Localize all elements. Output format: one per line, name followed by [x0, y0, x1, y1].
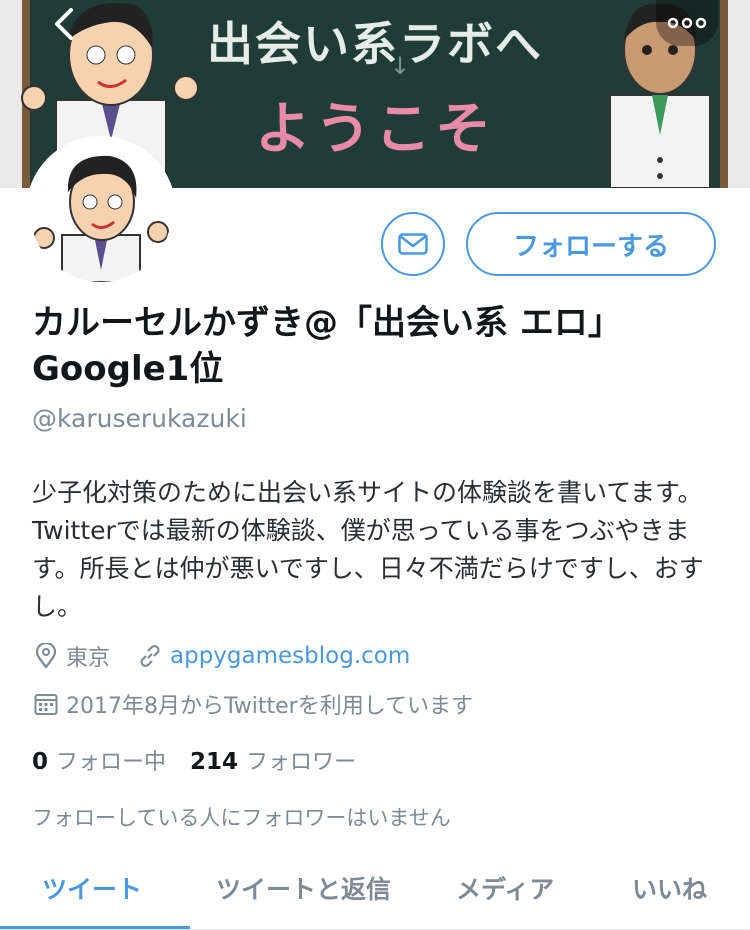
more-options-button[interactable] [656, 0, 718, 46]
link-icon [136, 642, 164, 670]
back-button[interactable] [36, 0, 92, 48]
chevron-left-icon [55, 8, 73, 40]
profile-website-link[interactable]: appygamesblog.com [170, 643, 410, 669]
profile-handle: @karuserukazuki [32, 404, 247, 433]
following-count: 0 [32, 749, 49, 775]
tab-tweets[interactable]: ツイート [42, 870, 142, 906]
joined-row: 2017年8月からTwitterを利用しています [32, 688, 473, 720]
direct-message-button[interactable] [381, 212, 445, 276]
location-website-row: 東京 appygamesblog.com [32, 640, 410, 672]
envelope-icon [398, 233, 428, 255]
followers-label: フォロワー [246, 750, 357, 775]
map-pin-icon [32, 642, 60, 670]
tab-media[interactable]: メディア [456, 870, 554, 906]
followers-count: 214 [190, 749, 239, 775]
follow-stats: 0 フォロー中 214 フォロワー [32, 744, 356, 776]
profile-location: 東京 [66, 646, 111, 671]
following-label: フォロー中 [56, 750, 167, 775]
follow-button[interactable]: フォローする [466, 212, 716, 276]
banner-arrow-icon: ↓ [390, 52, 411, 80]
calendar-icon [32, 690, 60, 718]
profile-bio: 少子化対策のために出会い系サイトの体験談を書いてます。Twitterでは最新の体… [32, 478, 704, 621]
tab-tweets-and-replies[interactable]: ツイートと返信 [216, 870, 391, 906]
ellipsis-icon [667, 17, 707, 29]
followers-stat[interactable]: 214 フォロワー [190, 744, 356, 776]
tab-likes[interactable]: いいね [632, 870, 707, 906]
profile-avatar[interactable] [26, 136, 176, 286]
profile-display-name: カルーセルかずき@「出会い系 エロ」Google1位 [32, 303, 622, 389]
profile-joined-date: 2017年8月からTwitterを利用しています [66, 694, 474, 719]
avatar-cartoon-image [30, 140, 172, 282]
mutual-followers-note: フォローしている人にフォロワーはいません [32, 806, 451, 830]
following-stat[interactable]: 0 フォロー中 [32, 744, 166, 776]
profile-tabs: ツイート ツイートと返信 メディア いいね [0, 852, 750, 930]
